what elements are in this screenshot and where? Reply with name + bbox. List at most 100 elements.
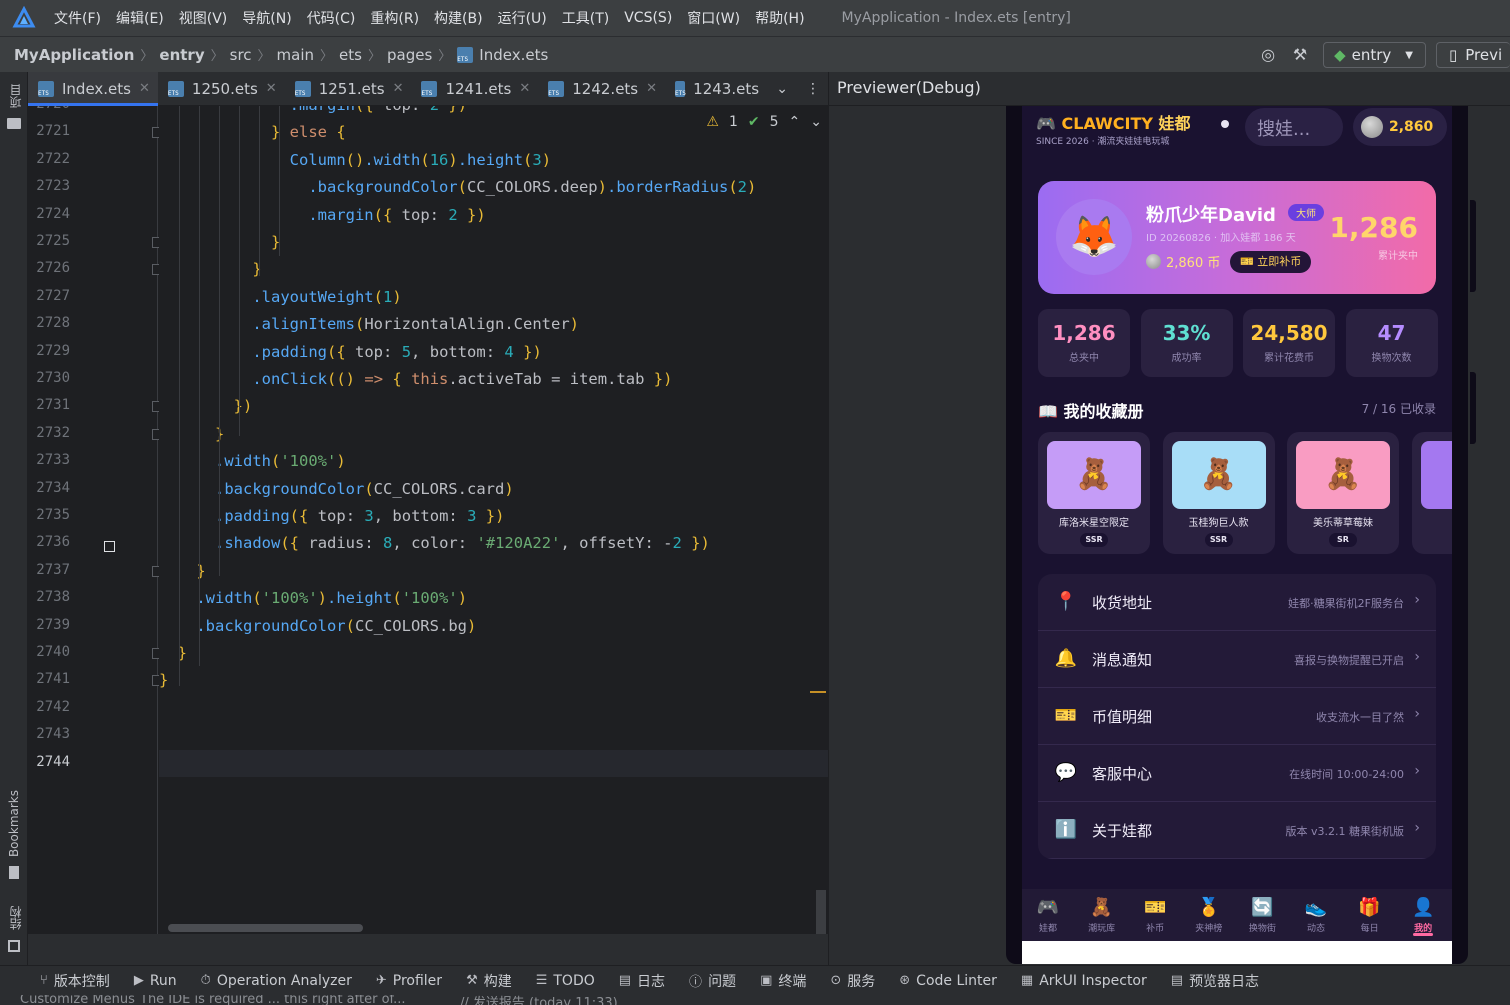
- menu-file[interactable]: 文件(F): [54, 8, 101, 28]
- collection-card[interactable]: 🧸 美乐蒂草莓妹 SR: [1287, 432, 1399, 554]
- tool-window-button[interactable]: ⑂ 版本控制: [40, 971, 110, 991]
- code-line[interactable]: .shadow({ radius: 8, color: '#120A22', o…: [159, 530, 828, 557]
- menu-refactor[interactable]: 重构(R): [370, 8, 419, 28]
- code-line[interactable]: .width('100%'): [159, 448, 828, 475]
- breadcrumb-src[interactable]: src: [230, 46, 252, 64]
- menu-row[interactable]: 📍 收货地址 娃都·糖果街机2F服务台 ›: [1038, 574, 1436, 631]
- tab-1241-ets[interactable]: 1241.ets ✕: [411, 72, 538, 106]
- code-line[interactable]: .width('100%').height('100%'): [159, 585, 828, 612]
- menu-tools[interactable]: 工具(T): [562, 8, 609, 28]
- tool-window-button[interactable]: ⓘ 问题: [689, 971, 736, 991]
- code-line[interactable]: .padding({ top: 3, bottom: 3 }): [159, 503, 828, 530]
- bookmark-marker-icon[interactable]: [104, 541, 115, 552]
- collection-count[interactable]: 7 / 16 已收录: [1362, 400, 1436, 417]
- tool-window-button[interactable]: ⊛ Code Linter: [899, 973, 997, 989]
- close-icon[interactable]: ✕: [646, 81, 657, 96]
- tab-1[interactable]: 🎮 娃都: [1025, 897, 1071, 934]
- tool-window-button[interactable]: ▤ 预览器日志: [1171, 971, 1259, 991]
- inspection-widget[interactable]: ⚠ 1 ✔ 5 ⌃ ⌄: [700, 114, 822, 130]
- refill-button[interactable]: 🎫 立即补币: [1230, 251, 1312, 273]
- device-screen[interactable]: 🎮 CLAWCITY 娃都 SINCE 2026 · 潮流夹娃娃电玩城 搜娃..…: [1022, 106, 1452, 964]
- tab-1243-ets[interactable]: 1243.ets: [665, 72, 759, 106]
- bookmarks-tool-label[interactable]: Bookmarks: [7, 790, 21, 857]
- device-preview-button[interactable]: ▯ Previ: [1436, 42, 1510, 68]
- tab-4[interactable]: 🏅 夹神榜: [1186, 897, 1232, 934]
- collection-card[interactable]: 🧸 玉桂狗巨人款 SSR: [1162, 432, 1275, 554]
- code-line[interactable]: }): [159, 393, 828, 420]
- code-line[interactable]: [159, 722, 828, 749]
- tool-window-button[interactable]: ✈ Profiler: [376, 973, 442, 989]
- code-area[interactable]: .margin({ top: 2 }) } else { Column().wi…: [159, 106, 828, 934]
- tab-2[interactable]: 🧸 潮玩库: [1079, 897, 1125, 934]
- code-line[interactable]: }: [159, 640, 828, 667]
- code-line[interactable]: .onClick(() => { this.activeTab = item.t…: [159, 366, 828, 393]
- profile-card[interactable]: 🦊 粉爪少年David 大师 ID 20260826 · 加入娃都 186 天 …: [1038, 181, 1436, 294]
- tab-1242-ets[interactable]: 1242.ets ✕: [538, 72, 665, 106]
- menu-run[interactable]: 运行(U): [498, 8, 547, 28]
- chevron-down-icon[interactable]: ⌄: [810, 114, 822, 130]
- tab-8[interactable]: 👤 我的: [1400, 897, 1446, 936]
- tool-window-button[interactable]: ☰ TODO: [536, 973, 595, 989]
- collection-card[interactable]: 酷: [1411, 432, 1452, 554]
- stat-card[interactable]: 33% 成功率: [1140, 309, 1233, 377]
- code-line[interactable]: .backgroundColor(CC_COLORS.card): [159, 476, 828, 503]
- tool-window-button[interactable]: ⏱ Operation Analyzer: [201, 973, 352, 989]
- tool-window-button[interactable]: ▶ Run: [134, 973, 177, 989]
- error-stripe-marker[interactable]: [810, 691, 826, 693]
- code-line[interactable]: [159, 749, 828, 777]
- menu-window[interactable]: 窗口(W): [687, 8, 740, 28]
- tab-6[interactable]: 👟 动态: [1293, 897, 1339, 934]
- tab-3[interactable]: 🎫 补币: [1132, 897, 1178, 934]
- menu-build[interactable]: 构建(B): [434, 8, 483, 28]
- close-icon[interactable]: ✕: [139, 81, 150, 96]
- chevron-up-icon[interactable]: ⌃: [789, 114, 801, 130]
- breadcrumb-ets[interactable]: ets: [339, 46, 362, 64]
- chevron-down-icon[interactable]: ⌄: [776, 81, 788, 97]
- tab-index-ets[interactable]: Index.ets ✕: [28, 71, 158, 106]
- menu-navigate[interactable]: 导航(N): [242, 8, 291, 28]
- close-icon[interactable]: ✕: [519, 81, 530, 96]
- breadcrumb-file[interactable]: Index.ets: [479, 46, 548, 64]
- breadcrumb-project[interactable]: MyApplication: [14, 46, 134, 64]
- menu-help[interactable]: 帮助(H): [755, 8, 804, 28]
- code-line[interactable]: .padding({ top: 5, bottom: 4 }): [159, 339, 828, 366]
- coin-balance[interactable]: 2,860: [1353, 108, 1447, 146]
- code-line[interactable]: }: [159, 667, 828, 694]
- code-editor[interactable]: 2720 2721 2722 2723 2724 2725 2726 2727 2728 2729…: [28, 106, 828, 934]
- target-icon[interactable]: ◎: [1259, 46, 1277, 64]
- menu-code[interactable]: 代码(C): [307, 8, 356, 28]
- hammer-icon[interactable]: ⚒: [1291, 46, 1309, 64]
- tool-window-button[interactable]: ⚒ 构建: [466, 971, 512, 991]
- stat-card[interactable]: 1,286 总夹中: [1038, 309, 1130, 377]
- search-input[interactable]: 搜娃...: [1245, 108, 1343, 146]
- menu-row[interactable]: 🔔 消息通知 喜报与换物提醒已开启 ›: [1038, 631, 1436, 688]
- tool-window-button[interactable]: ⊙ 服务: [830, 971, 875, 991]
- tab-1251-ets[interactable]: 1251.ets ✕: [285, 72, 412, 106]
- folder-icon[interactable]: [7, 118, 21, 129]
- code-line[interactable]: .layoutWeight(1): [159, 284, 828, 311]
- avatar[interactable]: 🦊: [1056, 199, 1132, 275]
- horizontal-scrollbar[interactable]: [168, 924, 363, 932]
- structure-icon[interactable]: [8, 940, 20, 952]
- breadcrumb-pages[interactable]: pages: [387, 46, 432, 64]
- breadcrumb-main[interactable]: main: [277, 46, 314, 64]
- menu-vcs[interactable]: VCS(S): [624, 10, 672, 26]
- breadcrumb-module[interactable]: entry: [159, 46, 204, 64]
- structure-tool-label[interactable]: 结构: [7, 906, 24, 930]
- code-line[interactable]: }: [159, 558, 828, 585]
- code-line[interactable]: .backgroundColor(CC_COLORS.bg): [159, 613, 828, 640]
- collection-card[interactable]: 🧸 库洛米星空限定 SSR: [1038, 432, 1150, 554]
- menu-row[interactable]: 💬 客服中心 在线时间 10:00-24:00 ›: [1038, 745, 1436, 802]
- menu-view[interactable]: 视图(V): [179, 8, 228, 28]
- tab-5[interactable]: 🔄 换物街: [1239, 897, 1285, 934]
- tool-window-button[interactable]: ▤ 日志: [619, 971, 665, 991]
- code-line[interactable]: [159, 695, 828, 722]
- more-vertical-icon[interactable]: ⋮: [806, 81, 820, 97]
- project-tool-label[interactable]: 项目: [7, 84, 24, 108]
- stat-card[interactable]: 47 换物次数: [1345, 309, 1438, 377]
- menu-row[interactable]: ℹ️ 关于娃都 版本 v3.2.1 糖果街机版 ›: [1038, 802, 1436, 859]
- menu-edit[interactable]: 编辑(E): [116, 8, 164, 28]
- code-line[interactable]: .alignItems(HorizontalAlign.Center): [159, 311, 828, 338]
- tool-window-button[interactable]: ▦ ArkUI Inspector: [1021, 973, 1147, 989]
- run-config-select[interactable]: ◆ entry ▼: [1323, 42, 1426, 68]
